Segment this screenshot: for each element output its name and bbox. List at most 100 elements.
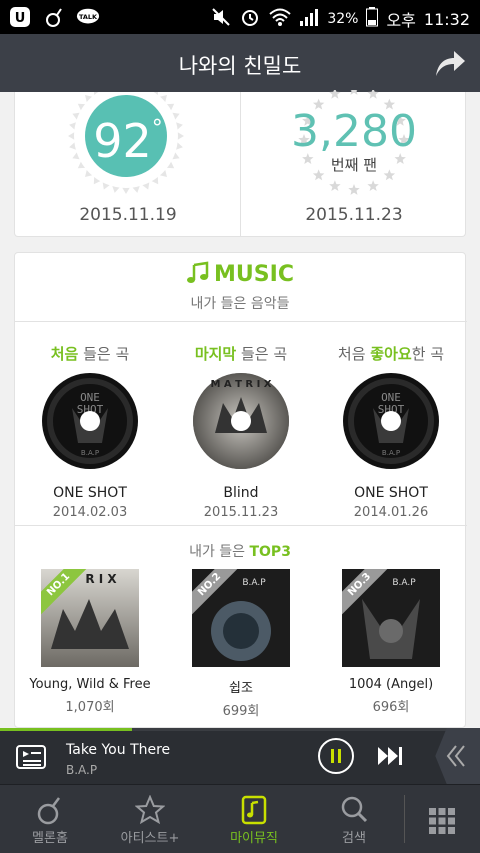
song-date: 2014.01.26 [353,505,429,520]
song-date: 2014.02.03 [52,505,128,520]
pause-icon [331,749,341,763]
fan-date: 2015.11.23 [305,205,403,225]
song-title: 쉽조 [229,681,253,696]
search-icon [339,795,369,825]
first-liked-song[interactable]: 처음 좋아요한 곡 ONE SHOT B.A.P ONE SHOT 2014.0… [316,343,466,520]
svg-text:B.A.P: B.A.P [382,449,400,457]
nav-label: 마이뮤직 [230,831,278,846]
more-menu-button[interactable] [428,807,456,835]
talk-icon: TALK [76,5,100,29]
first-listened-song[interactable]: 처음 들은 곡 ONE SHOT B.A.P ONE SHOT 2014.02.… [15,343,165,520]
now-playing-title: Take You There [66,742,171,758]
nav-label: 멜론홈 [32,831,68,846]
melon-icon [42,5,66,29]
mini-player[interactable]: Take You There B.A.P [0,728,480,784]
song-title: Young, Wild & Free [29,677,151,692]
music-title-text: MUSIC [214,262,294,287]
my-music-icon [239,795,269,825]
melon-home-icon [35,795,65,825]
pause-button[interactable] [318,738,354,774]
affinity-degree: ° [151,116,163,141]
fan-label: 번째 팬 [330,156,378,174]
album-cover: B.A.P NO.2 [192,569,290,667]
decor-star [367,87,379,99]
affinity-value: 92 [93,114,152,168]
svg-text:R I X: R I X [85,572,117,586]
status-time: 11:32 [423,9,470,29]
album-disc: ONE SHOT B.A.P [343,363,439,479]
col-head: 마지막 들은 곡 [194,345,288,363]
play-count: 1,070회 [65,700,115,715]
top3-heading: 내가 들은 TOP3 [189,544,291,560]
play-count: 696회 [372,700,410,715]
mute-icon [211,7,231,31]
wifi-icon [269,7,291,31]
battery-icon [366,7,379,31]
music-note-icon [186,261,210,285]
decor-star [348,184,360,195]
decor-star [367,180,379,191]
top3-item-3[interactable]: B.A.P NO.3 1004 (Angel) 696회 [316,569,466,715]
nav-label: 아티스트+ [120,831,180,846]
decor-star [329,180,341,191]
album-disc: ONE SHOT B.A.P [42,363,138,479]
last-listened-song[interactable]: 마지막 들은 곡 M A T R I X Blind 2015.11.23 [166,343,316,520]
music-card: MUSIC 내가 들은 음악들 처음 들은 곡 ONE SHOT B.A.P O… [14,252,467,728]
share-button[interactable] [432,46,468,80]
nav-my-music[interactable]: 마이뮤직 [204,785,304,853]
svg-text:B.A.P: B.A.P [242,578,266,588]
top3-item-1[interactable]: R I X NO.1 Young, Wild & Free 1,070회 [15,569,165,715]
affinity-stats-card: 92° 2015.11.19 3,280 번째 팬 2015.11.23 [14,78,466,237]
fan-number: 3,280 [291,106,417,157]
signal-icon [299,7,319,31]
progress-fill[interactable] [0,728,132,731]
music-section-title: MUSIC [15,261,465,287]
affinity-value-wrap: 92° [15,114,241,168]
nav-melon-home[interactable]: 멜론홈 [0,785,100,853]
nav-artist-plus[interactable]: 아티스트+ [100,785,200,853]
share-arrow-icon [436,51,465,76]
nav-label: 검색 [342,831,366,846]
nav-separator [404,795,405,843]
bottom-navigation: 멜론홈 아티스트+ 마이뮤직 검색 [0,784,480,853]
u-plus-icon: U [8,5,32,29]
star-icon [134,794,166,825]
album-disc: M A T R I X [193,363,289,479]
nav-search[interactable]: 검색 [304,785,404,853]
skip-next-icon [378,747,402,765]
status-bar: U TALK 32% 오후 11:32 [0,0,480,34]
status-ampm: 오후 [386,11,416,30]
affinity-date: 2015.11.19 [79,205,177,225]
song-date: 2015.11.23 [203,505,279,520]
page-title: 나와의 친밀도 [178,54,302,78]
top3-item-2[interactable]: B.A.P NO.2 쉽조 699회 [166,569,316,719]
album-cover: R I X NO.1 [41,569,139,667]
playlist-button[interactable] [16,743,46,771]
talk-label: TALK [79,13,98,21]
collapse-player-button[interactable] [435,728,480,784]
decor-star [348,84,360,95]
playlist-icon [16,745,46,769]
decor-star [329,87,341,99]
double-chevron-left-icon [446,745,465,767]
now-playing-artist: B.A.P [66,763,98,777]
svg-text:U: U [15,11,26,26]
divider [15,321,467,322]
album-cover: B.A.P NO.3 [342,569,440,667]
col-head: 처음 좋아요한 곡 [337,345,445,363]
app-header: 나와의 친밀도 [0,34,480,92]
svg-text:B.A.P: B.A.P [392,578,416,588]
song-title: Blind [223,485,259,501]
song-title: 1004 (Angel) [348,677,434,692]
col-head: 처음 들은 곡 [50,345,130,363]
divider [15,525,467,526]
svg-text:M A T R I X: M A T R I X [210,379,271,390]
battery-percent: 32% [327,11,359,27]
grid-menu-icon [429,808,455,834]
svg-text:B.A.P: B.A.P [81,449,99,457]
song-title: ONE SHOT [354,485,428,501]
music-subtitle: 내가 들은 음악들 [190,296,290,312]
play-count: 699회 [222,704,260,719]
alarm-icon [239,6,261,32]
next-button[interactable] [376,745,404,767]
